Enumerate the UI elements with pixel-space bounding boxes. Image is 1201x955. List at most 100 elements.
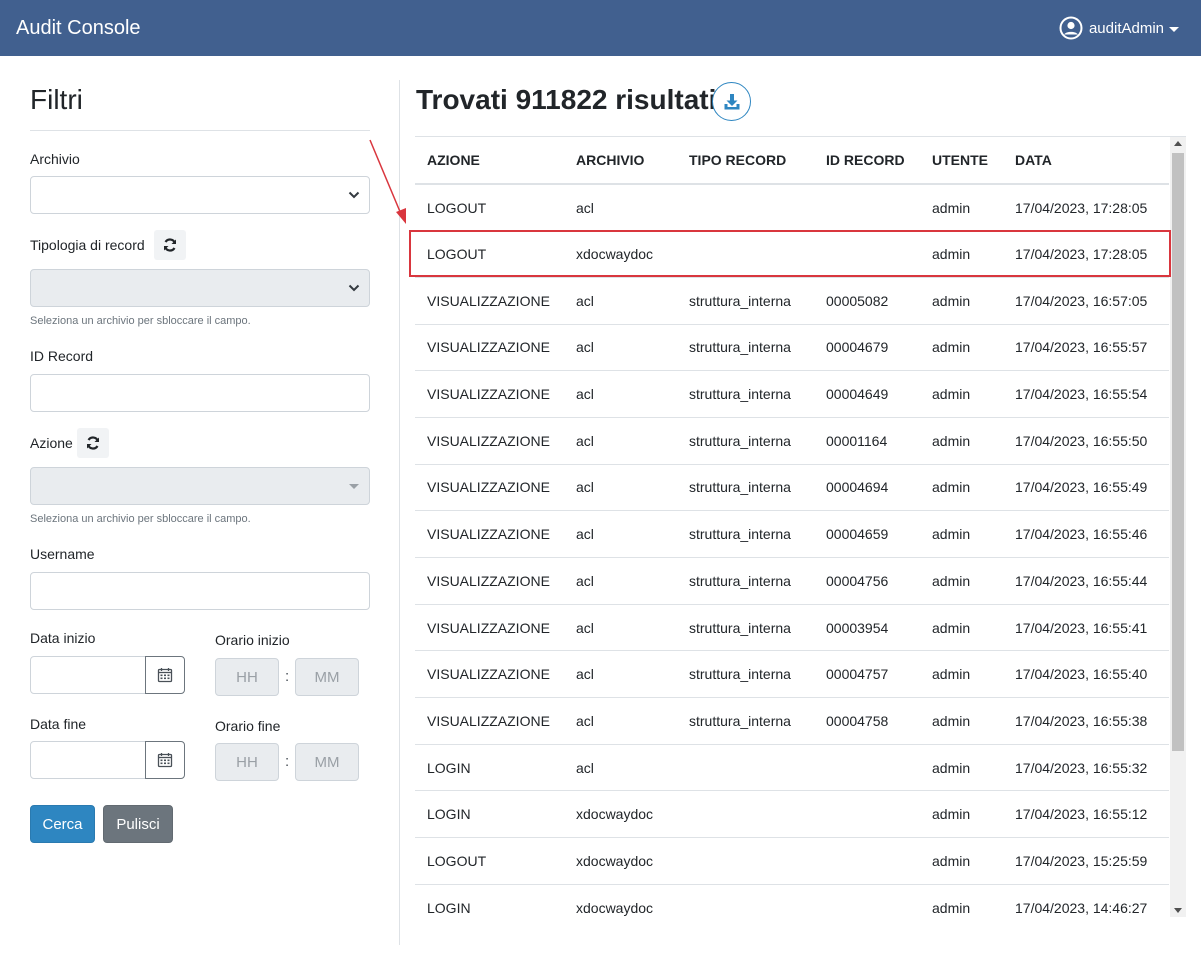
orario-fine-label: Orario fine [215,718,281,734]
table-row[interactable]: LOGOUT acl admin 17/04/2023, 17:28:05 [415,184,1169,232]
username-label: auditAdmin [1088,19,1164,37]
scroll-up-arrow-icon[interactable] [1174,141,1182,146]
table-row[interactable]: LOGOUT xdocwaydoc admin 17/04/2023, 15:25:5… [415,837,1169,885]
cell-id-record [814,790,920,839]
app-title[interactable]: Audit Console [16,16,141,40]
cell-utente: admin [920,884,1003,918]
table-row[interactable]: VISUALIZZAZIONE acl struttura_interna 00003… [415,604,1169,652]
cell-utente: admin [920,790,1003,839]
cell-data: 17/04/2023, 16:55:32 [1003,744,1169,792]
column-header-archivio[interactable]: ARCHIVIO [564,137,677,185]
cell-azione: LOGOUT [415,230,564,278]
id-record-input[interactable] [30,374,370,412]
cell-utente: admin [920,277,1003,325]
cell-azione: LOGOUT [415,184,564,232]
data-inizio-input[interactable] [30,656,146,694]
table-row[interactable]: VISUALIZZAZIONE acl struttura_interna 00004… [415,557,1169,605]
calendar-icon [157,753,173,768]
table-row[interactable]: VISUALIZZAZIONE acl struttura_interna 00004… [415,324,1169,372]
table-row[interactable]: VISUALIZZAZIONE acl struttura_interna 00004… [415,510,1169,558]
table-row[interactable]: LOGIN xdocwaydoc admin 17/04/2023, 14:46:27 [415,884,1169,918]
archivio-select[interactable] [30,176,370,214]
cell-tipo-record: struttura_interna [677,370,814,418]
azione-label: Azione [30,435,73,451]
cell-data: 17/04/2023, 16:55:46 [1003,510,1169,558]
orario-inizio-label: Orario inizio [215,632,290,648]
cell-archivio: xdocwaydoc [564,837,677,885]
table-row[interactable]: LOGOUT xdocwaydoc admin 17/04/2023, 17:28:0… [415,230,1169,278]
refresh-icon [86,436,100,450]
refresh-icon [163,238,177,252]
column-header-id-record[interactable]: ID RECORD [814,137,920,185]
caret-down-icon [1169,26,1179,32]
tipologia-refresh-button[interactable] [154,230,186,260]
table-row[interactable]: VISUALIZZAZIONE acl struttura_interna 00004… [415,370,1169,418]
cell-azione: LOGIN [415,884,564,918]
cell-utente: admin [920,230,1003,278]
cell-tipo-record [677,230,814,278]
cell-archivio: xdocwaydoc [564,884,677,918]
username-input[interactable] [30,572,370,610]
cell-archivio: acl [564,697,677,745]
table-row[interactable]: VISUALIZZAZIONE acl struttura_interna 00004… [415,697,1169,745]
search-button[interactable]: Cerca [30,805,95,843]
column-header-azione[interactable]: AZIONE [415,137,564,185]
cell-tipo-record [677,184,814,232]
cell-tipo-record: struttura_interna [677,650,814,699]
table-row[interactable]: VISUALIZZAZIONE acl struttura_interna 00005… [415,277,1169,325]
cell-utente: admin [920,697,1003,745]
cell-archivio: acl [564,464,677,512]
orario-inizio-hh[interactable]: HH [215,658,279,696]
cell-azione: VISUALIZZAZIONE [415,417,564,465]
results-table: AZIONE ARCHIVIO TIPO RECORD ID RECORD UT… [415,137,1169,918]
table-row[interactable]: VISUALIZZAZIONE acl struttura_interna 00004… [415,650,1169,699]
cell-id-record: 00004659 [814,510,920,558]
cell-archivio: acl [564,557,677,605]
azione-select[interactable] [30,467,370,505]
clear-button[interactable]: Pulisci [103,805,173,843]
cell-archivio: acl [564,650,677,699]
cell-id-record: 00004679 [814,324,920,372]
table-row[interactable]: LOGIN xdocwaydoc admin 17/04/2023, 16:55:12 [415,790,1169,839]
data-inizio-calendar-button[interactable] [145,656,185,694]
cell-data: 17/04/2023, 17:28:05 [1003,184,1169,232]
orario-fine-hh[interactable]: HH [215,743,279,781]
cell-azione: VISUALIZZAZIONE [415,370,564,418]
cell-id-record: 00004649 [814,370,920,418]
cell-azione: VISUALIZZAZIONE [415,510,564,558]
cell-tipo-record: struttura_interna [677,510,814,558]
table-row[interactable]: VISUALIZZAZIONE acl struttura_interna 00001… [415,417,1169,465]
column-header-data[interactable]: DATA [1003,137,1169,185]
cell-tipo-record: struttura_interna [677,464,814,512]
scroll-down-arrow-icon[interactable] [1174,908,1182,913]
cell-archivio: acl [564,277,677,325]
cell-azione: LOGIN [415,744,564,792]
orario-inizio-separator: : [285,668,290,685]
orario-fine-mm[interactable]: MM [295,743,359,781]
scrollbar-thumb[interactable] [1172,153,1184,751]
data-fine-calendar-button[interactable] [145,741,185,779]
cell-data: 17/04/2023, 16:55:49 [1003,464,1169,512]
table-row[interactable]: VISUALIZZAZIONE acl struttura_interna 00004… [415,464,1169,512]
cell-azione: VISUALIZZAZIONE [415,650,564,699]
cell-data: 17/04/2023, 17:28:05 [1003,230,1169,278]
cell-utente: admin [920,604,1003,652]
column-header-tipo-record[interactable]: TIPO RECORD [677,137,814,185]
top-navbar: Audit Console auditAdmin [0,0,1201,56]
cell-tipo-record: struttura_interna [677,604,814,652]
azione-refresh-button[interactable] [77,428,109,458]
chevron-down-icon [348,284,360,292]
orario-inizio-mm[interactable]: MM [295,658,359,696]
download-button[interactable] [712,82,751,121]
tipologia-select[interactable] [30,269,370,307]
table-row[interactable]: LOGIN acl admin 17/04/2023, 16:55:32 [415,744,1169,792]
column-header-utente[interactable]: UTENTE [920,137,1003,185]
table-scrollbar[interactable] [1170,137,1186,917]
cell-tipo-record: struttura_interna [677,697,814,745]
cell-azione: VISUALIZZAZIONE [415,324,564,372]
tipologia-label: Tipologia di record [30,237,145,253]
data-fine-input[interactable] [30,741,146,779]
results-title: Trovati 911822 risultati [416,84,717,115]
user-menu-toggle[interactable]: auditAdmin [1059,16,1179,40]
cell-id-record: 00001164 [814,417,920,465]
